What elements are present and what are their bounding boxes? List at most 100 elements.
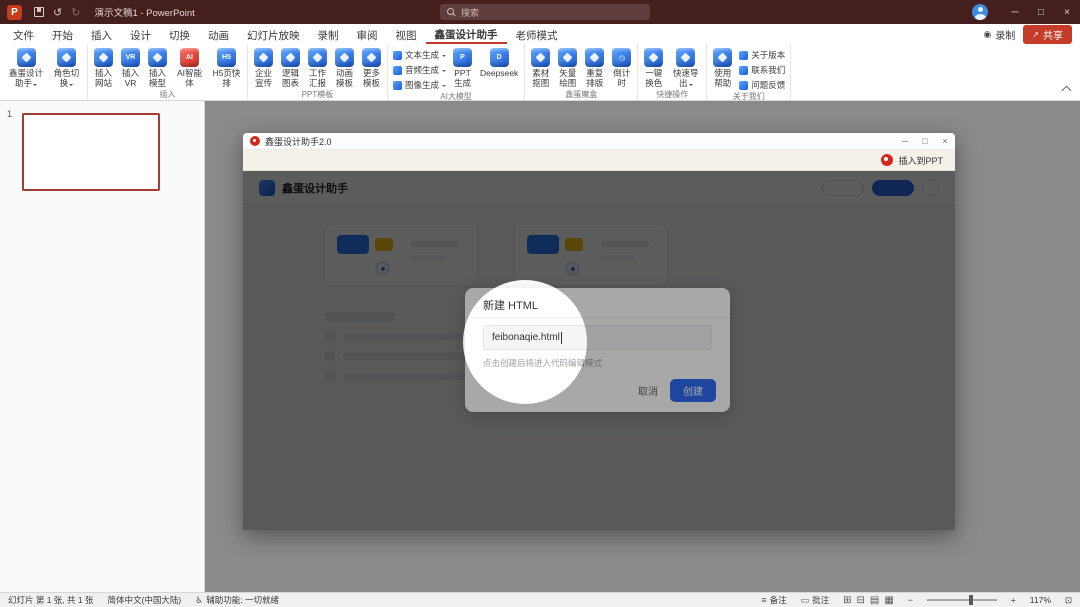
record-button[interactable]: ◉ 录制 [983, 27, 1015, 42]
create-button[interactable]: 创建 [670, 379, 716, 402]
xindan-assistant-icon [16, 48, 36, 67]
minimize-button[interactable]: ─ [1002, 0, 1028, 24]
insert-vr-button[interactable]: VR 插入VR [117, 44, 144, 89]
accessibility-icon: ♿ [195, 594, 204, 605]
h5-quick-layout-button[interactable]: H5 H5页快排 [208, 44, 245, 89]
search-placeholder: 搜索 [461, 7, 480, 18]
maximize-button[interactable]: □ [1028, 0, 1054, 24]
zoom-out-button[interactable]: − [908, 595, 913, 605]
zoom-slider-thumb[interactable] [968, 595, 973, 605]
insert-model-icon [148, 48, 167, 67]
filename-input[interactable]: feibonaqie.html [483, 325, 712, 350]
tab-transitions[interactable]: 切换 [160, 24, 199, 44]
group-label-insert: 插入 [159, 89, 176, 99]
countdown-button[interactable]: ◷ 倒计时 [608, 44, 635, 89]
role-switch-button[interactable]: 角色切换 [48, 44, 85, 89]
tab-slideshow[interactable]: 幻灯片放映 [238, 24, 309, 44]
titlebar: P ↺ ↻ 演示文稿1 - PowerPoint 搜索 ─ □ × [0, 0, 1080, 24]
tab-xindan-assistant[interactable]: 鑫蛋设计助手 [425, 24, 507, 44]
accessibility-status[interactable]: ♿ 辅助功能: 一切就绪 [195, 594, 279, 606]
quick-access-toolbar: ↺ ↻ [34, 6, 80, 19]
more-templates-button[interactable]: 更多模板 [358, 44, 385, 89]
help-icon [713, 48, 733, 67]
tab-view[interactable]: 视图 [387, 24, 426, 44]
quick-export-button[interactable]: 快速导出 [667, 44, 704, 89]
dialog-helper-text: 点击创建后将进入代码编辑模式 [483, 358, 603, 368]
logic-chart-button[interactable]: 逻辑图表 [277, 44, 304, 89]
one-key-recolor-icon [644, 48, 664, 67]
contact-us-button[interactable]: 联系我们 [739, 64, 785, 76]
share-label: 共享 [1043, 30, 1063, 42]
help-button[interactable]: 使用帮助 [709, 44, 736, 89]
material-cutout-button[interactable]: 素材抠图 [527, 44, 554, 89]
feedback-button[interactable]: 问题反馈 [739, 79, 785, 91]
zoom-percent[interactable]: 117% [1030, 595, 1051, 605]
tab-teacher-mode[interactable]: 老师模式 [507, 24, 567, 44]
plugin-content: 鑫蛋设计助手 新建 HTML feibonaqie.html 点击创建后将进入代… [243, 171, 955, 530]
close-button[interactable]: × [1054, 0, 1080, 24]
save-icon[interactable] [34, 7, 44, 17]
normal-view-icon[interactable]: ⊞ [843, 595, 851, 606]
tab-review[interactable]: 审阅 [348, 24, 387, 44]
slide-sorter-view-icon[interactable]: ⊟ [857, 595, 865, 606]
insert-to-ppt-icon [881, 154, 894, 166]
text-generate-icon [393, 50, 402, 60]
search-box[interactable]: 搜索 [440, 4, 650, 20]
about-version-button[interactable]: 关于版本 [739, 49, 785, 61]
vector-draw-button[interactable]: 矢量绘图 [554, 44, 581, 89]
countdown-clock-icon: ◷ [612, 48, 632, 67]
insert-model-button[interactable]: 插入模型 [144, 44, 171, 89]
share-button[interactable]: ↗ 共享 [1023, 24, 1072, 44]
animation-template-button[interactable]: 动画模板 [331, 44, 358, 89]
ribbon-group-ai-models: 文本生成 音频生成 图像生成 P PPT生成 D Deepseek AI大模型 [388, 44, 526, 101]
audio-generate-icon [393, 65, 402, 75]
tab-insert[interactable]: 插入 [82, 24, 121, 44]
slide-thumbnail-panel: 1 [0, 101, 205, 592]
tab-design[interactable]: 设计 [121, 24, 160, 44]
insert-website-button[interactable]: 插入网站 [90, 44, 117, 89]
animation-template-icon [335, 48, 354, 67]
notes-button[interactable]: ≡ 备注 [761, 594, 786, 606]
slide-thumbnail[interactable] [22, 113, 160, 191]
one-key-recolor-button[interactable]: 一键换色 [640, 44, 667, 89]
xindan-assistant-button[interactable]: 鑫蛋设计助手 [4, 44, 48, 89]
undo-icon[interactable]: ↺ [53, 6, 62, 19]
about-version-icon [739, 50, 749, 60]
ai-agent-icon: AI [180, 48, 199, 67]
repeat-layout-button[interactable]: 重复排版 [581, 44, 608, 89]
plugin-minimize-button[interactable]: ─ [895, 133, 915, 150]
audio-generate-button[interactable]: 音频生成 [393, 64, 446, 76]
ribbon-group-ppt-templates: 企业宣传 逻辑图表 工作汇报 动画模板 更多模板 PPT模板 [248, 44, 388, 100]
collapse-ribbon-chevron-icon[interactable] [1061, 85, 1072, 96]
dialog-title: 新建 HTML [483, 300, 538, 312]
language-button[interactable]: 简体中文(中国大陆) [108, 594, 182, 606]
group-label-quick-actions: 快捷操作 [656, 89, 689, 99]
tab-animations[interactable]: 动画 [199, 24, 238, 44]
text-generate-button[interactable]: 文本生成 [393, 49, 446, 61]
user-avatar[interactable] [972, 4, 988, 20]
feedback-icon [739, 80, 749, 90]
ai-agent-button[interactable]: AI AI智能体 [171, 44, 208, 89]
deepseek-icon: D [489, 48, 509, 67]
zoom-slider[interactable] [926, 595, 997, 605]
ppt-generate-button[interactable]: P PPT生成 [449, 44, 476, 89]
zoom-in-button[interactable]: + [1011, 595, 1016, 605]
slide-number: 1 [7, 109, 13, 119]
reading-view-icon[interactable]: ▤ [870, 595, 879, 606]
fit-to-window-icon[interactable]: ⊡ [1065, 595, 1072, 606]
tab-home[interactable]: 开始 [43, 24, 82, 44]
plugin-close-button[interactable]: × [935, 133, 955, 150]
work-report-button[interactable]: 工作汇报 [304, 44, 331, 89]
comments-button[interactable]: ▭ 批注 [801, 594, 830, 606]
slideshow-view-icon[interactable]: ▦ [884, 595, 893, 606]
image-generate-button[interactable]: 图像生成 [393, 79, 446, 91]
cancel-button[interactable]: 取消 [638, 383, 658, 398]
filename-value: feibonaqie.html [492, 332, 560, 343]
tab-file[interactable]: 文件 [4, 24, 43, 44]
deepseek-button[interactable]: D Deepseek [476, 44, 522, 79]
redo-icon[interactable]: ↻ [71, 6, 80, 19]
company-promo-button[interactable]: 企业宣传 [250, 44, 277, 89]
insert-to-ppt-button[interactable]: 插入到PPT [898, 154, 943, 167]
plugin-maximize-button[interactable]: □ [915, 133, 935, 150]
tab-record[interactable]: 录制 [309, 24, 348, 44]
